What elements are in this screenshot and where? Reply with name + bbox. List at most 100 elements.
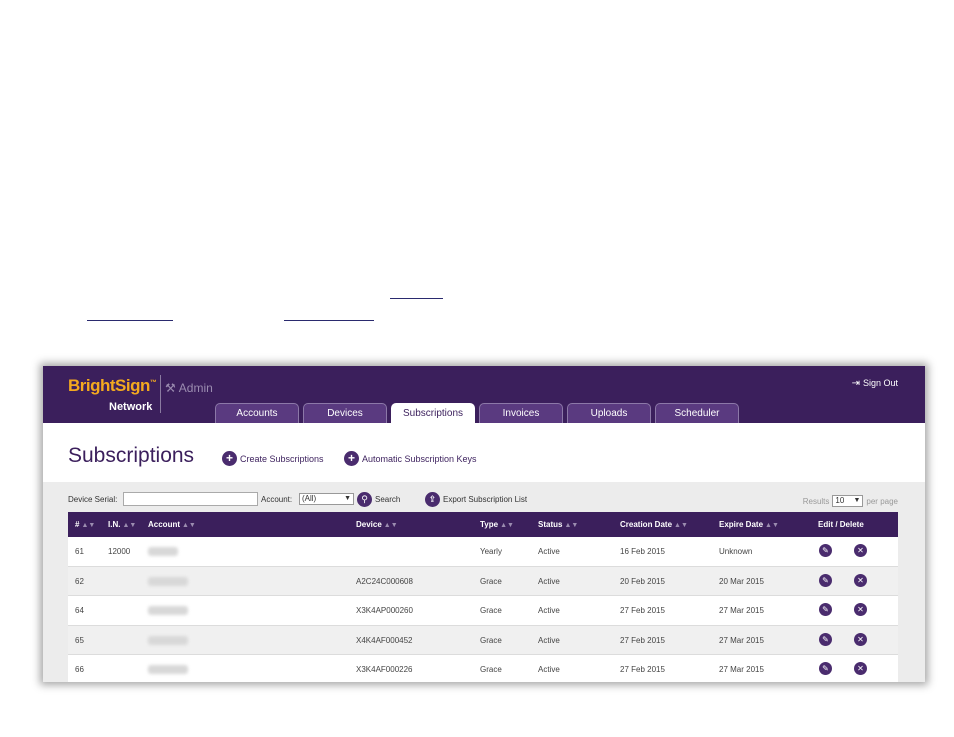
export-button[interactable]: ⇪ Export Subscription List — [425, 492, 527, 507]
tab-accounts[interactable]: Accounts — [215, 403, 299, 423]
cell-num: 65 — [75, 635, 84, 645]
pencil-icon[interactable]: ✎ — [819, 544, 832, 557]
column-header[interactable]: Account ▲▼ — [148, 520, 196, 529]
account-select[interactable]: (All) ▼ — [299, 493, 354, 505]
cell-created: 27 Feb 2015 — [620, 606, 665, 615]
account-label: Account: — [261, 495, 293, 504]
cell-type: Grace — [480, 665, 502, 674]
close-icon[interactable]: ✕ — [854, 662, 867, 675]
close-icon[interactable]: ✕ — [854, 632, 867, 646]
pencil-icon[interactable]: ✎ — [819, 573, 832, 587]
table-row: 65 X4K4AF000452 Grace Active 27 Feb 2015… — [68, 625, 898, 655]
cell-expires: 27 Mar 2015 — [719, 635, 764, 645]
page-title: Subscriptions — [68, 444, 195, 467]
cell-expires: 27 Mar 2015 — [719, 665, 764, 674]
export-icon: ⇪ — [425, 492, 440, 507]
cell-in: 12000 — [108, 547, 131, 556]
tab-invoices[interactable]: Invoices — [479, 403, 563, 423]
cell-account-redacted — [148, 606, 188, 615]
filter-bar: Device Serial: Account: (All) ▼ ⚲ Search ⇪… — [43, 482, 925, 512]
cell-created: 27 Feb 2015 — [620, 635, 665, 645]
tab-devices[interactable]: Devices — [303, 403, 387, 423]
results-select[interactable]: 10 ▼ — [832, 495, 864, 507]
column-header[interactable]: I.N. ▲▼ — [108, 520, 136, 529]
search-button[interactable]: ⚲ Search — [357, 492, 400, 507]
cell-type: Grace — [480, 576, 502, 586]
cell-status: Active — [538, 665, 560, 674]
pencil-icon[interactable]: ✎ — [819, 632, 832, 646]
cell-expires: 20 Mar 2015 — [719, 576, 764, 586]
column-header[interactable]: Device ▲▼ — [356, 520, 398, 529]
sort-icon: ▲▼ — [765, 522, 779, 529]
results-per-page: Results 10 ▼ per page — [802, 495, 898, 507]
tab-scheduler[interactable]: Scheduler — [655, 403, 739, 423]
column-header[interactable]: Creation Date ▲▼ — [620, 520, 688, 529]
tab-subscriptions[interactable]: Subscriptions — [391, 403, 475, 423]
tools-icon: ⚒ — [165, 381, 176, 395]
cell-account-redacted — [148, 665, 188, 674]
nav-tabs: Accounts Devices Subscriptions Invoices … — [215, 403, 743, 423]
sort-icon: ▲▼ — [500, 522, 514, 529]
sort-icon: ▲▼ — [81, 522, 96, 529]
plus-icon: + — [344, 451, 359, 466]
close-icon[interactable]: ✕ — [854, 544, 867, 557]
signout-icon: ⇥ — [851, 378, 860, 389]
cell-status: Active — [538, 635, 560, 645]
device-serial-label: Device Serial: — [68, 495, 118, 504]
link-underline[interactable] — [390, 298, 443, 299]
title-bar: Subscriptions + Create Subscriptions + Aut… — [43, 423, 925, 482]
cell-account-redacted — [148, 576, 188, 586]
cell-device: X3K4AP000260 — [356, 606, 413, 615]
app-header: BrightSign™ Network ⚒ Admin ⇥ Sign Out Acc… — [43, 366, 925, 423]
cell-num: 61 — [75, 547, 84, 556]
pencil-icon[interactable]: ✎ — [819, 662, 832, 675]
chevron-down-icon: ▼ — [344, 495, 351, 502]
column-header[interactable]: Expire Date ▲▼ — [719, 520, 779, 529]
pencil-icon[interactable]: ✎ — [819, 603, 832, 616]
cell-num: 66 — [75, 665, 84, 674]
chevron-down-icon: ▼ — [853, 497, 861, 504]
column-header: Edit / Delete — [818, 520, 864, 529]
column-header[interactable]: # ▲▼ — [75, 520, 95, 529]
cell-type: Grace — [480, 606, 502, 615]
brand-logo[interactable]: BrightSign™ — [68, 376, 157, 396]
column-header[interactable]: Status ▲▼ — [538, 520, 578, 529]
search-icon: ⚲ — [357, 492, 372, 507]
cell-type: Grace — [480, 635, 502, 645]
sort-icon: ▲▼ — [122, 522, 137, 529]
sort-icon: ▲▼ — [182, 522, 196, 529]
cell-expires: Unknown — [719, 547, 753, 556]
link-underline[interactable] — [87, 320, 173, 321]
table-header: # ▲▼ I.N. ▲▼ Account ▲▼ Device ▲▼ Type ▲▼ Sta… — [68, 512, 898, 537]
sort-icon: ▲▼ — [674, 522, 688, 529]
cell-account-redacted — [148, 635, 188, 645]
device-serial-input[interactable] — [123, 492, 258, 506]
brand-sub: Network — [109, 401, 153, 413]
subscriptions-table: # ▲▼ I.N. ▲▼ Account ▲▼ Device ▲▼ Type ▲▼ Sta… — [68, 512, 898, 682]
cell-type: Yearly — [480, 547, 502, 556]
table-row: 64 X3K4AP000260 Grace Active 27 Feb 2015… — [68, 596, 898, 626]
cell-expires: 27 Mar 2015 — [719, 606, 764, 615]
create-subscriptions-button[interactable]: + Create Subscriptions — [222, 451, 324, 466]
cell-status: Active — [538, 547, 560, 556]
tab-uploads[interactable]: Uploads — [567, 403, 651, 423]
sort-icon: ▲▼ — [564, 522, 579, 529]
signout-button[interactable]: ⇥ Sign Out — [852, 378, 898, 389]
cell-account-redacted — [148, 547, 178, 556]
cell-created: 20 Feb 2015 — [620, 576, 665, 586]
app-screenshot: BrightSign™ Network ⚒ Admin ⇥ Sign Out Acc… — [43, 366, 925, 682]
column-header[interactable]: Type ▲▼ — [480, 520, 514, 529]
close-icon[interactable]: ✕ — [854, 603, 867, 616]
cell-status: Active — [538, 576, 560, 586]
close-icon[interactable]: ✕ — [854, 573, 867, 587]
cell-status: Active — [538, 606, 560, 615]
automatic-keys-button[interactable]: + Automatic Subscription Keys — [344, 451, 477, 466]
table-row: 61 12000 Yearly Active 16 Feb 2015 Unkno… — [68, 537, 898, 567]
cell-device: A2C24C000608 — [356, 576, 413, 586]
cell-num: 64 — [75, 606, 84, 615]
link-underline[interactable] — [284, 320, 374, 321]
table-row: 62 A2C24C000608 Grace Active 20 Feb 2015… — [68, 566, 898, 596]
cell-created: 27 Feb 2015 — [620, 665, 665, 674]
sort-icon: ▲▼ — [383, 522, 398, 529]
admin-label: ⚒ Admin — [165, 381, 213, 395]
